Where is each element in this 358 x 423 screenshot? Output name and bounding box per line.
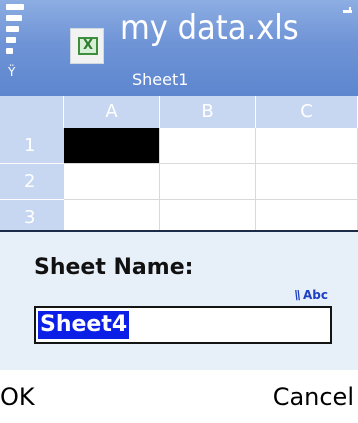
input-mode-text: Abc xyxy=(303,288,328,302)
input-mode-indicator: \\ Abc xyxy=(294,288,328,302)
cell-c3[interactable] xyxy=(256,200,358,230)
window-subtitle: Sheet1 xyxy=(132,70,189,89)
spreadsheet-grid: A B C 1 2 3 xyxy=(0,96,358,230)
sheet-name-dialog: Sheet Name: \\ Abc Sheet4 xyxy=(0,230,358,370)
row-header-3[interactable]: 3 xyxy=(0,200,64,230)
row-header-2[interactable]: 2 xyxy=(0,164,64,200)
excel-file-icon: X xyxy=(70,28,104,64)
battery-icon xyxy=(343,7,352,13)
softkey-bar: OK Cancel xyxy=(0,370,358,423)
cell-a2[interactable] xyxy=(64,164,160,200)
cell-a1-selected[interactable] xyxy=(64,128,160,164)
title-bar: Ÿ X my data.xls Sheet1 xyxy=(0,0,358,96)
cell-a3[interactable] xyxy=(64,200,160,230)
sheet-name-value: Sheet4 xyxy=(38,311,130,339)
window-title: my data.xls xyxy=(120,8,299,48)
antenna-icon: Ÿ xyxy=(8,65,16,79)
row-header-1[interactable]: 1 xyxy=(0,128,64,164)
sheet-name-label: Sheet Name: xyxy=(34,255,194,280)
pen-input-icon: \\ xyxy=(294,288,301,302)
excel-file-glyph: X xyxy=(78,37,98,55)
column-header-row: A B C xyxy=(0,96,358,128)
cell-c1[interactable] xyxy=(256,128,358,164)
column-header-a[interactable]: A xyxy=(64,96,160,128)
column-header-c[interactable]: C xyxy=(256,96,358,128)
cancel-softkey[interactable]: Cancel xyxy=(273,380,354,414)
cell-b3[interactable] xyxy=(160,200,256,230)
cell-b1[interactable] xyxy=(160,128,256,164)
cell-c2[interactable] xyxy=(256,164,358,200)
sheet-name-input[interactable]: Sheet4 xyxy=(34,306,332,344)
signal-strength-icon xyxy=(6,4,24,74)
ok-softkey[interactable]: OK xyxy=(0,380,35,414)
column-header-b[interactable]: B xyxy=(160,96,256,128)
cell-b2[interactable] xyxy=(160,164,256,200)
